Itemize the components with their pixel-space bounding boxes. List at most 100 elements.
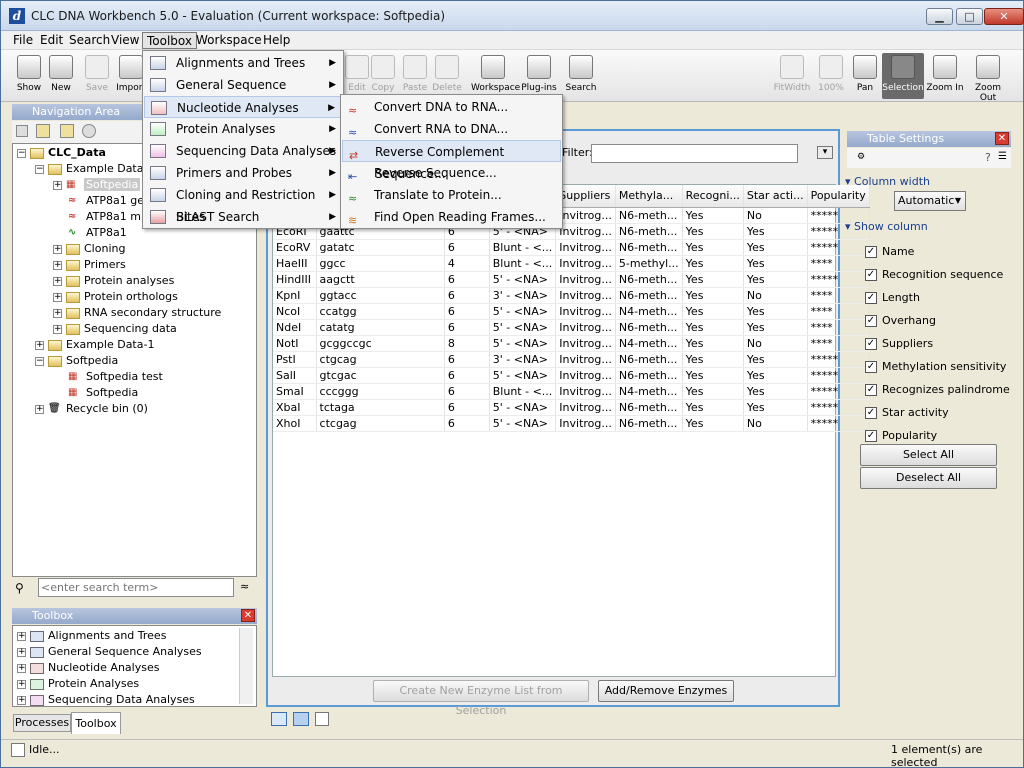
table-view-icon[interactable]: [271, 712, 287, 726]
tree-node-example-data-1[interactable]: + Example Data-1: [35, 337, 154, 353]
tree-node-recycle-bin[interactable]: + 🗑 Recycle bin (0): [35, 401, 148, 417]
menu-item-reverse-complement[interactable]: ⇄ Reverse Complement Sequence...: [342, 140, 561, 181]
zoom-out-button[interactable]: Zoom Out: [966, 53, 1010, 103]
table-row[interactable]: KpnI ggtacc 6 3' - <NA> Invitrog... N6-meth..…: [273, 287, 870, 304]
tree-node-softpedia-folder[interactable]: − Softpedia: [35, 353, 118, 369]
checkbox-recognition-sequence[interactable]: ✓ Recognition sequence: [865, 263, 1010, 286]
column-header[interactable]: Suppliers: [555, 185, 616, 208]
close-button[interactable]: ✕: [984, 8, 1024, 25]
table-row[interactable]: NotI gcggccgc 8 5' - <NA> Invitrog... N4-meth…: [273, 335, 870, 352]
menu-item-alignments[interactable]: Alignments and Trees ▶: [144, 52, 342, 74]
tree-node-cloning[interactable]: + Cloning: [53, 241, 125, 257]
menu-item-primers[interactable]: Primers and Probes ▶: [144, 162, 342, 184]
menu-file[interactable]: File: [9, 32, 37, 49]
new-folder-icon[interactable]: [60, 124, 74, 138]
tree-node-protein-orthologs[interactable]: + Protein orthologs: [53, 289, 178, 305]
tab-processes[interactable]: Processes: [13, 714, 71, 732]
checkbox-suppliers[interactable]: ✓ Suppliers: [865, 332, 1010, 355]
checkbox-star-activity[interactable]: ✓ Star activity: [865, 401, 1010, 424]
tree-node-softpedia-test[interactable]: ▦ Softpedia test: [68, 369, 163, 385]
menu-item-convert-rna-dna[interactable]: ≈ Convert RNA to DNA...: [342, 118, 561, 140]
tree-node-atp8a1-mr[interactable]: ≈ ATP8a1 mR: [68, 209, 149, 225]
save-button[interactable]: Save: [81, 53, 113, 99]
toolbox-item-sequencing[interactable]: + Sequencing Data Analyses: [17, 692, 195, 708]
help-icon[interactable]: ?: [985, 151, 991, 164]
checkbox-length[interactable]: ✓ Length: [865, 286, 1010, 309]
tree-node-atp8a1[interactable]: ∿ ATP8a1: [68, 225, 127, 241]
plugins-button[interactable]: Plug-ins: [520, 53, 558, 99]
text-view-icon[interactable]: [293, 712, 309, 726]
toolbox-item-general[interactable]: + General Sequence Analyses: [17, 644, 202, 660]
refresh-icon[interactable]: [82, 124, 96, 138]
table-row[interactable]: XhoI ctcgag 6 5' - <NA> Invitrog... N6-meth..…: [273, 415, 870, 432]
zoom-in-button[interactable]: Zoom In: [926, 53, 964, 99]
search-options-icon[interactable]: ≈: [240, 580, 249, 593]
tree-node-rna-secondary[interactable]: + RNA secondary structure: [53, 305, 221, 321]
tree-node-softpedia-selected[interactable]: + ▦ Softpedia: [53, 177, 141, 193]
tree-node-softpedia-list[interactable]: ▦ Softpedia: [68, 385, 138, 401]
add-remove-enzymes-button[interactable]: Add/Remove Enzymes: [598, 680, 734, 702]
close-icon[interactable]: ✕: [995, 132, 1009, 145]
column-header[interactable]: Methyla...: [615, 185, 683, 208]
minimize-button[interactable]: ▁: [926, 8, 953, 25]
workspace-button[interactable]: Workspace: [471, 53, 520, 99]
table-row[interactable]: HindIII aagctt 6 5' - <NA> Invitrog... N6-met…: [273, 271, 870, 288]
checkbox-overhang[interactable]: ✓ Overhang: [865, 309, 1010, 332]
menu-item-general[interactable]: General Sequence Analyses▶: [144, 74, 342, 114]
selection-button[interactable]: Selection: [882, 53, 924, 99]
menu-item-protein[interactable]: Protein Analyses ▶: [144, 118, 342, 140]
copy-button[interactable]: Copy: [367, 53, 399, 99]
column-width-section[interactable]: ▾ Column width: [845, 175, 930, 188]
processes-icon[interactable]: [11, 743, 25, 757]
search-button[interactable]: Search: [563, 53, 599, 99]
table-row[interactable]: HaeIII ggcc 4 Blunt - <... Invitrog... 5-meth…: [273, 255, 870, 272]
show-button[interactable]: Show: [13, 53, 45, 99]
tree-node-protein-analyses[interactable]: + Protein analyses: [53, 273, 174, 289]
menu-item-sequencing[interactable]: Sequencing Data Analyses ▶: [144, 140, 342, 162]
fitwidth-button[interactable]: FitWidth: [773, 53, 811, 99]
add-folder-icon[interactable]: [36, 124, 50, 138]
toolbox-item-alignments[interactable]: + Alignments and Trees: [17, 628, 166, 644]
menu-item-cloning[interactable]: Cloning and Restriction Sites ▶: [144, 184, 342, 224]
menu-edit[interactable]: Edit: [36, 32, 67, 49]
filter-input[interactable]: [591, 144, 798, 163]
nav-tool-icon[interactable]: [16, 125, 28, 137]
nav-search-input[interactable]: [38, 578, 234, 597]
settings-tool-icon[interactable]: ⚙: [857, 152, 865, 162]
search-icon[interactable]: ⚲: [15, 581, 24, 595]
checkbox-palindrome[interactable]: ✓ Recognizes palindrome: [865, 378, 1010, 401]
toolbox-item-nucleotide[interactable]: + Nucleotide Analyses: [17, 660, 159, 676]
table-row[interactable]: EcoRV gatatc 6 Blunt - <... Invitrog... N6-me…: [273, 239, 870, 256]
toolbox-item-protein[interactable]: + Protein Analyses: [17, 676, 139, 692]
delete-button[interactable]: Delete: [431, 53, 463, 99]
menu-toolbox[interactable]: Toolbox: [142, 32, 197, 49]
tab-toolbox[interactable]: Toolbox: [71, 712, 121, 734]
menu-item-nucleotide[interactable]: Nucleotide Analyses ▶: [144, 96, 342, 118]
menu-help[interactable]: Help: [259, 32, 294, 49]
menu-view[interactable]: View: [107, 32, 143, 49]
menu-item-reverse-sequence[interactable]: ⇤ Reverse Sequence...: [342, 162, 561, 184]
table-row[interactable]: NdeI catatg 6 5' - <NA> Invitrog... N6-meth..…: [273, 319, 870, 336]
menu-workspace[interactable]: Workspace: [192, 32, 266, 49]
paste-button[interactable]: Paste: [399, 53, 431, 99]
toolbox-scrollbar[interactable]: [239, 628, 253, 704]
pan-button[interactable]: Pan: [849, 53, 881, 99]
create-enzyme-list-button[interactable]: Create New Enzyme List from Selection: [373, 680, 589, 717]
tree-node-atp8a1-ge[interactable]: ≈ ATP8a1 ge: [68, 193, 144, 209]
menu-item-find-orf[interactable]: ≋ Find Open Reading Frames...: [342, 206, 561, 228]
new-button[interactable]: New: [45, 53, 77, 99]
tree-node-root[interactable]: − CLC_Data: [17, 145, 106, 161]
zoom-100-button[interactable]: 100%: [813, 53, 849, 99]
menu-item-translate[interactable]: ≈ Translate to Protein...: [342, 184, 561, 206]
show-column-section[interactable]: ▾ Show column: [845, 220, 928, 233]
menu-list-icon[interactable]: ☰: [998, 151, 1007, 162]
select-all-button[interactable]: Select All: [860, 444, 997, 466]
menu-item-blast[interactable]: BLAST Search ▶: [144, 206, 342, 228]
filter-options-icon[interactable]: ▾: [817, 146, 833, 159]
history-icon[interactable]: [315, 712, 329, 726]
table-row[interactable]: SalI gtcgac 6 5' - <NA> Invitrog... N6-meth..…: [273, 367, 870, 384]
deselect-all-button[interactable]: Deselect All: [860, 467, 997, 489]
checkbox-methylation[interactable]: ✓ Methylation sensitivity: [865, 355, 1010, 378]
maximize-button[interactable]: □: [956, 8, 983, 25]
table-row[interactable]: NcoI ccatgg 6 5' - <NA> Invitrog... N4-meth..…: [273, 303, 870, 320]
